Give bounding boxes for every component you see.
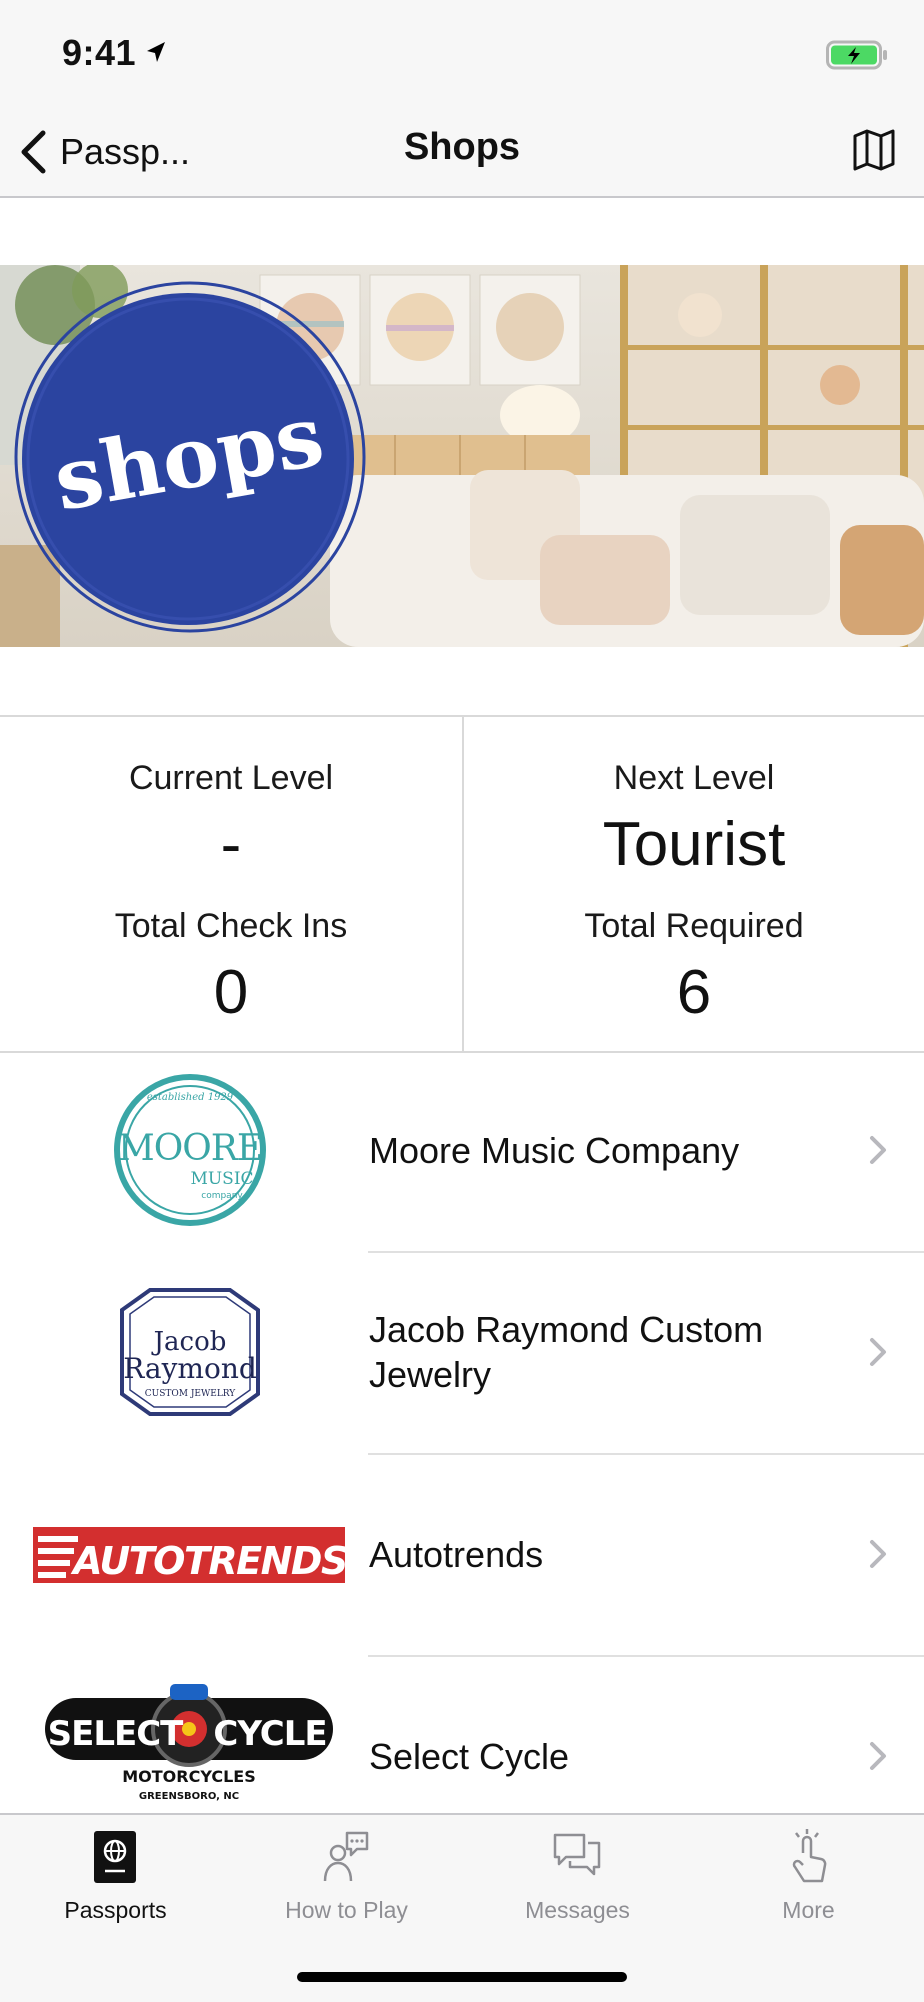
shop-row-select-cycle[interactable]: SELECT CYCLE MOTORCYCLES GREENSBORO, NC … [0, 1656, 924, 1814]
more-icon [792, 1829, 827, 1883]
shop-row-moore-music[interactable]: established 1929 MOORE MUSIC company Moo… [0, 1050, 924, 1253]
shop-name: Jacob Raymond Custom Jewelry [369, 1309, 764, 1395]
autotrends-logo: AUTOTRENDS [0, 1454, 370, 1654]
svg-text:CUSTOM JEWELRY: CUSTOM JEWELRY [145, 1389, 237, 1399]
svg-text:MOORE: MOORE [118, 1128, 262, 1169]
messages-icon [553, 1833, 601, 1876]
select-cycle-logo: SELECT CYCLE MOTORCYCLES GREENSBORO, NC [0, 1656, 370, 1814]
shop-name: Moore Music Company [369, 1129, 740, 1171]
tab-label: How to Play [285, 1897, 408, 1923]
svg-text:Raymond: Raymond [123, 1352, 257, 1385]
tab-label: Passports [64, 1897, 167, 1923]
current-level-value: - [220, 810, 242, 879]
tab-how-to-play[interactable]: How to Play [231, 1815, 462, 1935]
tab-passports[interactable]: Passports [0, 1815, 231, 1935]
required-label: Total Required [584, 907, 804, 945]
tab-more[interactable]: More [693, 1815, 924, 1935]
banner-image: shops [0, 265, 924, 647]
current-level-label: Current Level [128, 759, 334, 797]
chevron-right-icon [870, 1338, 886, 1366]
how-to-play-icon [323, 1831, 369, 1882]
svg-text:SELECT: SELECT [48, 1714, 185, 1754]
chevron-right-icon [870, 1540, 886, 1568]
svg-text:MOTORCYCLES: MOTORCYCLES [122, 1767, 256, 1786]
tab-messages[interactable]: Messages [462, 1815, 693, 1935]
home-indicator [297, 1972, 627, 1982]
moore-music-logo: established 1929 MOORE MUSIC company [0, 1050, 370, 1250]
check-ins-label: Total Check Ins [114, 907, 348, 945]
navigation-bar: Passp... Shops [0, 108, 924, 198]
chevron-right-icon [870, 1742, 886, 1770]
next-level-label: Next Level [613, 759, 775, 797]
tab-label: Messages [525, 1897, 630, 1923]
svg-text:AUTOTRENDS: AUTOTRENDS [70, 1539, 347, 1583]
shop-name: Autotrends [369, 1533, 544, 1575]
svg-text:GREENSBORO, NC: GREENSBORO, NC [139, 1791, 239, 1802]
svg-text:MUSIC: MUSIC [190, 1169, 253, 1189]
status-time: 9:41 [62, 32, 137, 73]
svg-text:CYCLE: CYCLE [213, 1714, 326, 1754]
status-bar: 9:41 [0, 0, 924, 108]
page-title: Shops [403, 126, 521, 168]
check-ins-value: 0 [213, 958, 249, 1027]
jacob-raymond-logo: Jacob Raymond CUSTOM JEWELRY [0, 1252, 370, 1452]
required-value: 6 [676, 958, 712, 1027]
passport-icon [94, 1831, 136, 1883]
map-icon[interactable] [852, 128, 896, 172]
battery-icon [826, 40, 887, 70]
shops-banner: shops [0, 265, 924, 647]
location-arrow-icon [147, 42, 165, 62]
shop-row-autotrends[interactable]: AUTOTRENDS Autotrends [0, 1454, 924, 1657]
next-level-value: Tourist [602, 810, 786, 879]
shop-row-jacob-raymond[interactable]: Jacob Raymond CUSTOM JEWELRY Jacob Raymo… [0, 1252, 924, 1455]
tab-label: More [782, 1897, 835, 1923]
svg-text:company: company [201, 1191, 243, 1201]
svg-text:established 1929: established 1929 [147, 1092, 234, 1103]
level-stats-panel: Current Level - Total Check Ins 0 Next L… [0, 715, 924, 1053]
chevron-right-icon [870, 1136, 886, 1164]
shop-name: Select Cycle [369, 1735, 570, 1777]
